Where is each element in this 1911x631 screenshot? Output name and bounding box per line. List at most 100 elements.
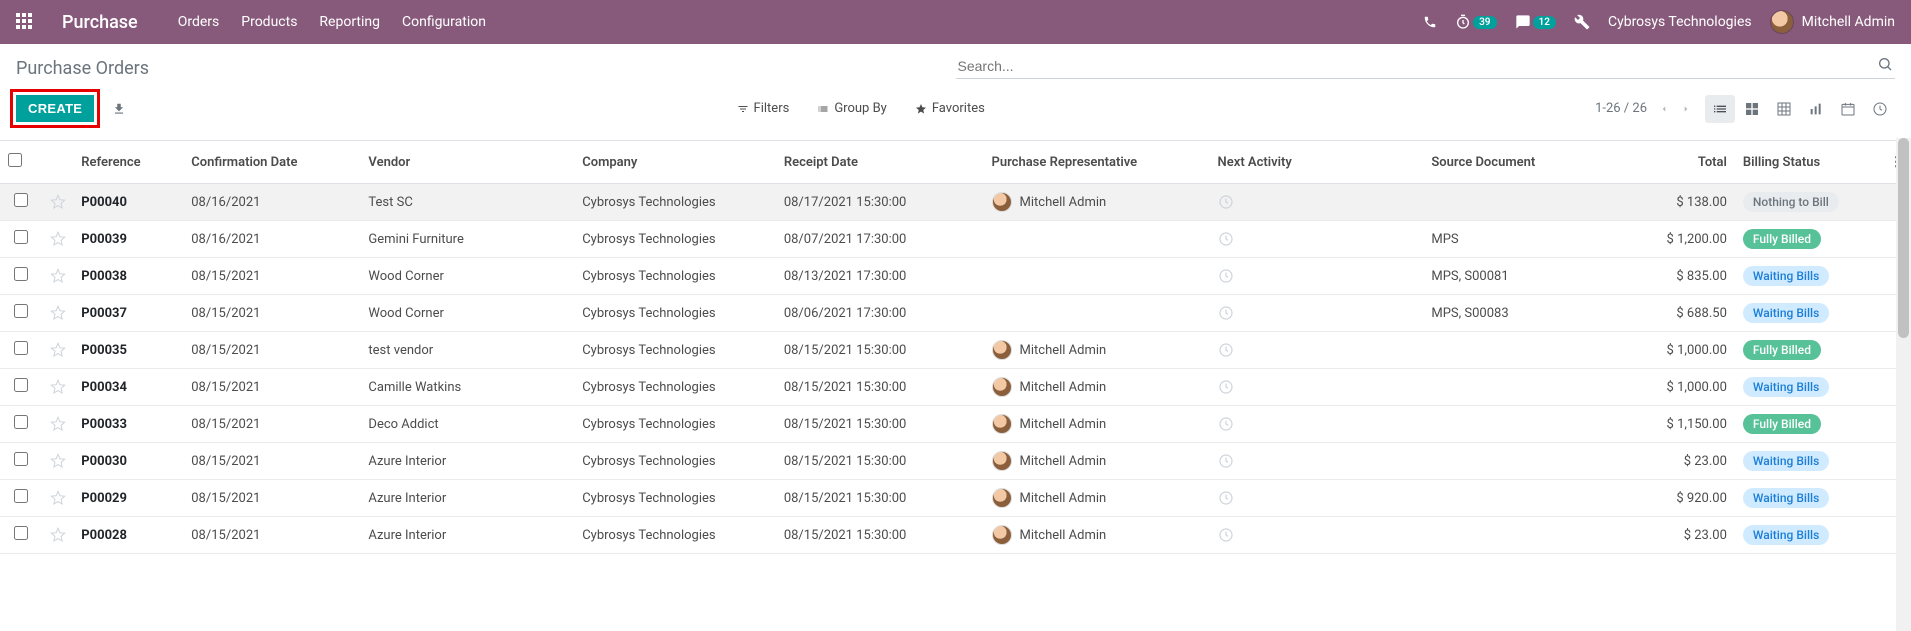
col-reference[interactable]: Reference: [73, 141, 183, 184]
search-icon[interactable]: [1877, 56, 1893, 72]
row-checkbox[interactable]: [14, 415, 28, 429]
status-badge: Nothing to Bill: [1743, 192, 1839, 212]
app-brand[interactable]: Purchase: [62, 12, 138, 33]
user-name: Mitchell Admin: [1802, 14, 1895, 30]
cell-receipt: 08/07/2021 17:30:00: [776, 221, 984, 258]
select-all-checkbox[interactable]: [8, 153, 22, 167]
star-icon[interactable]: [50, 231, 66, 247]
cell-company: Cybrosys Technologies: [574, 443, 776, 480]
col-total[interactable]: Total: [1643, 141, 1735, 184]
row-checkbox[interactable]: [14, 304, 28, 318]
company-switcher[interactable]: Cybrosys Technologies: [1608, 14, 1752, 30]
star-icon[interactable]: [50, 416, 66, 432]
col-vendor[interactable]: Vendor: [360, 141, 574, 184]
pager-prev-icon[interactable]: [1659, 102, 1669, 116]
avatar-icon: [992, 451, 1012, 471]
activity-clock-icon[interactable]: [1218, 527, 1416, 543]
row-checkbox[interactable]: [14, 452, 28, 466]
col-rep[interactable]: Purchase Representative: [984, 141, 1210, 184]
cell-reference: P00040: [81, 195, 127, 210]
cell-reference: P00035: [81, 343, 127, 358]
table-row[interactable]: P00030 08/15/2021 Azure Interior Cybrosy…: [0, 443, 1911, 480]
table-row[interactable]: P00038 08/15/2021 Wood Corner Cybrosys T…: [0, 258, 1911, 295]
scrollbar-thumb[interactable]: [1898, 138, 1909, 338]
cell-confirmation: 08/16/2021: [183, 221, 360, 258]
apps-icon[interactable]: [16, 13, 34, 31]
cell-source: [1423, 369, 1643, 406]
view-kanban-icon[interactable]: [1737, 95, 1767, 123]
star-icon[interactable]: [50, 379, 66, 395]
avatar-icon: [992, 192, 1012, 212]
status-badge: Waiting Bills: [1743, 377, 1829, 397]
activity-clock-icon[interactable]: [1218, 379, 1416, 395]
activity-timer-icon[interactable]: 39: [1455, 14, 1496, 30]
col-confirmation[interactable]: Confirmation Date: [183, 141, 360, 184]
view-calendar-icon[interactable]: [1833, 95, 1863, 123]
table-row[interactable]: P00028 08/15/2021 Azure Interior Cybrosy…: [0, 517, 1911, 554]
view-list-icon[interactable]: [1705, 95, 1735, 123]
table-row[interactable]: P00040 08/16/2021 Test SC Cybrosys Techn…: [0, 184, 1911, 221]
col-company[interactable]: Company: [574, 141, 776, 184]
activity-clock-icon[interactable]: [1218, 305, 1416, 321]
table-row[interactable]: P00035 08/15/2021 test vendor Cybrosys T…: [0, 332, 1911, 369]
cell-receipt: 08/15/2021 15:30:00: [776, 443, 984, 480]
row-checkbox[interactable]: [14, 193, 28, 207]
cell-receipt: 08/15/2021 15:30:00: [776, 369, 984, 406]
vertical-scrollbar[interactable]: [1896, 138, 1911, 631]
cell-vendor: Deco Addict: [360, 406, 574, 443]
star-icon[interactable]: [50, 305, 66, 321]
table-row[interactable]: P00037 08/15/2021 Wood Corner Cybrosys T…: [0, 295, 1911, 332]
phone-icon[interactable]: [1423, 15, 1437, 29]
activity-clock-icon[interactable]: [1218, 490, 1416, 506]
activity-clock-icon[interactable]: [1218, 453, 1416, 469]
debug-icon[interactable]: [1574, 14, 1590, 30]
discuss-icon[interactable]: 12: [1515, 14, 1556, 30]
activity-clock-icon[interactable]: [1218, 268, 1416, 284]
nav-orders[interactable]: Orders: [178, 14, 220, 30]
nav-reporting[interactable]: Reporting: [319, 14, 380, 30]
row-checkbox[interactable]: [14, 378, 28, 392]
table-row[interactable]: P00029 08/15/2021 Azure Interior Cybrosy…: [0, 480, 1911, 517]
col-source[interactable]: Source Document: [1423, 141, 1643, 184]
table-row[interactable]: P00034 08/15/2021 Camille Watkins Cybros…: [0, 369, 1911, 406]
activity-clock-icon[interactable]: [1218, 342, 1416, 358]
cell-company: Cybrosys Technologies: [574, 517, 776, 554]
create-button[interactable]: CREATE: [16, 95, 94, 122]
star-icon[interactable]: [50, 268, 66, 284]
nav-menu: Orders Products Reporting Configuration: [178, 14, 486, 30]
row-checkbox[interactable]: [14, 489, 28, 503]
activity-clock-icon[interactable]: [1218, 416, 1416, 432]
row-checkbox[interactable]: [14, 267, 28, 281]
cell-receipt: 08/15/2021 15:30:00: [776, 406, 984, 443]
activity-clock-icon[interactable]: [1218, 231, 1416, 247]
table-row[interactable]: P00033 08/15/2021 Deco Addict Cybrosys T…: [0, 406, 1911, 443]
pager-next-icon[interactable]: [1681, 102, 1691, 116]
nav-products[interactable]: Products: [241, 14, 297, 30]
star-icon[interactable]: [50, 342, 66, 358]
groupby-toggle[interactable]: Group By: [817, 101, 887, 116]
col-status[interactable]: Billing Status: [1735, 141, 1882, 184]
row-checkbox[interactable]: [14, 230, 28, 244]
star-icon[interactable]: [50, 527, 66, 543]
view-graph-icon[interactable]: [1801, 95, 1831, 123]
nav-configuration[interactable]: Configuration: [402, 14, 486, 30]
pager-value[interactable]: 1-26 / 26: [1595, 101, 1647, 116]
activity-clock-icon[interactable]: [1218, 194, 1416, 210]
cell-total: $ 1,000.00: [1643, 332, 1735, 369]
star-icon[interactable]: [50, 453, 66, 469]
view-activity-icon[interactable]: [1865, 95, 1895, 123]
favorites-toggle[interactable]: Favorites: [915, 101, 985, 116]
cell-confirmation: 08/15/2021: [183, 258, 360, 295]
import-button[interactable]: [112, 102, 126, 116]
star-icon[interactable]: [50, 490, 66, 506]
star-icon[interactable]: [50, 194, 66, 210]
col-activity[interactable]: Next Activity: [1210, 141, 1424, 184]
row-checkbox[interactable]: [14, 526, 28, 540]
view-pivot-icon[interactable]: [1769, 95, 1799, 123]
search-input[interactable]: [956, 54, 1896, 79]
row-checkbox[interactable]: [14, 341, 28, 355]
user-menu[interactable]: Mitchell Admin: [1770, 10, 1895, 34]
col-receipt[interactable]: Receipt Date: [776, 141, 984, 184]
table-row[interactable]: P00039 08/16/2021 Gemini Furniture Cybro…: [0, 221, 1911, 258]
filters-toggle[interactable]: Filters: [737, 101, 790, 116]
